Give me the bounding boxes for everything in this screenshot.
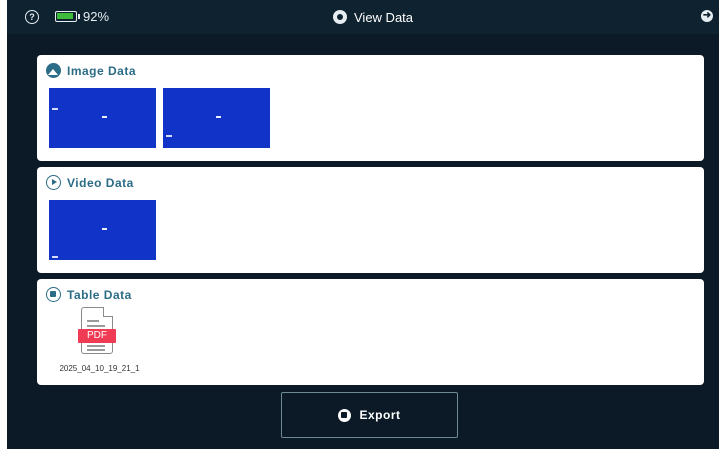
- table-icon: [46, 287, 61, 302]
- image-data-title: Image Data: [67, 63, 137, 78]
- export-label: Export: [359, 408, 401, 422]
- thumbnail-label: [52, 108, 58, 110]
- battery-icon: [55, 11, 77, 22]
- table-data-title: Table Data: [67, 287, 132, 302]
- export-icon: [338, 408, 352, 422]
- image-thumbnail-1[interactable]: [49, 88, 156, 148]
- video-data-panel: Video Data: [37, 167, 704, 273]
- help-icon[interactable]: ?: [25, 10, 39, 24]
- image-thumbnail-2[interactable]: [163, 88, 270, 148]
- pdf-line: [87, 349, 105, 351]
- play-icon: [46, 175, 61, 190]
- thumbnail-label: [166, 135, 172, 137]
- pdf-fold: [103, 307, 113, 317]
- image-data-header: Image Data: [46, 63, 136, 78]
- video-data-title: Video Data: [67, 175, 134, 190]
- battery-tip: [78, 14, 80, 19]
- exit-icon[interactable]: ➜: [701, 10, 713, 22]
- eye-icon: [333, 10, 347, 24]
- video-data-header: Video Data: [46, 175, 134, 190]
- pdf-line: [87, 345, 105, 347]
- table-data-panel: Table Data PDF 2025_04_10_19_21_1: [37, 279, 704, 385]
- thumbnail-label: [52, 256, 58, 258]
- top-bar: ? 92% View Data ➜: [7, 0, 719, 34]
- pdf-line: [87, 320, 99, 322]
- pdf-line: [87, 325, 105, 327]
- page-title: View Data: [354, 9, 414, 25]
- thumbnail-marker: [216, 116, 221, 118]
- page-title-wrap: View Data: [333, 8, 413, 26]
- video-thumbnail-1[interactable]: [49, 200, 156, 260]
- image-data-panel: Image Data: [37, 55, 704, 161]
- view-data-screen: ? 92% View Data ➜ Image Data Video Data …: [7, 0, 719, 449]
- thumbnail-marker: [102, 228, 107, 230]
- battery-level: [57, 13, 73, 19]
- pdf-file-icon[interactable]: PDF: [78, 307, 116, 355]
- thumbnail-marker: [102, 116, 107, 118]
- image-icon: [46, 63, 61, 78]
- export-button[interactable]: Export: [281, 392, 458, 438]
- file-name[interactable]: 2025_04_10_19_21_1: [47, 364, 152, 373]
- table-data-header: Table Data: [46, 287, 132, 302]
- pdf-badge: PDF: [78, 329, 116, 343]
- battery-percentage: 92%: [83, 9, 110, 24]
